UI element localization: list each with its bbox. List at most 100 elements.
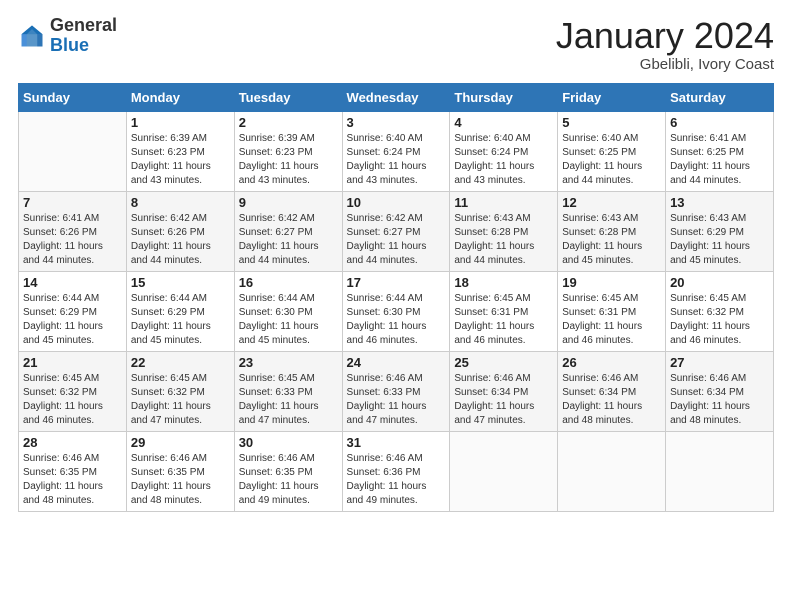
calendar-cell: 9 Sunrise: 6:42 AMSunset: 6:27 PMDaylight… bbox=[234, 191, 342, 271]
day-info: Sunrise: 6:43 AMSunset: 6:28 PMDaylight:… bbox=[454, 212, 553, 268]
day-number: 9 bbox=[239, 195, 338, 210]
day-info: Sunrise: 6:41 AMSunset: 6:26 PMDaylight:… bbox=[23, 212, 122, 268]
logo: General Blue bbox=[18, 16, 117, 56]
calendar-week-row: 7 Sunrise: 6:41 AMSunset: 6:26 PMDaylight… bbox=[19, 191, 774, 271]
calendar-cell bbox=[19, 111, 127, 191]
day-number: 1 bbox=[131, 115, 230, 130]
calendar-cell: 2Sunrise: 6:39 AMSunset: 6:23 PMDaylight… bbox=[234, 111, 342, 191]
logo-blue: Blue bbox=[50, 36, 117, 56]
calendar-week-row: 21 Sunrise: 6:45 AMSunset: 6:32 PMDayligh… bbox=[19, 351, 774, 431]
calendar-cell: 24 Sunrise: 6:46 AMSunset: 6:33 PMDayligh… bbox=[342, 351, 450, 431]
page: General Blue January 2024 Gbelibli, Ivor… bbox=[0, 0, 792, 612]
title-block: January 2024 Gbelibli, Ivory Coast bbox=[556, 16, 774, 73]
day-info: Sunrise: 6:45 AMSunset: 6:32 PMDaylight:… bbox=[670, 292, 769, 348]
day-info: Sunrise: 6:46 AMSunset: 6:36 PMDaylight:… bbox=[347, 452, 446, 508]
calendar-cell: 8Sunrise: 6:42 AMSunset: 6:26 PMDaylight… bbox=[126, 191, 234, 271]
day-info: Sunrise: 6:45 AMSunset: 6:33 PMDaylight:… bbox=[239, 372, 338, 428]
day-info: Sunrise: 6:46 AMSunset: 6:35 PMDaylight:… bbox=[131, 452, 230, 508]
calendar-cell: 21 Sunrise: 6:45 AMSunset: 6:32 PMDayligh… bbox=[19, 351, 127, 431]
day-info: Sunrise: 6:45 AMSunset: 6:32 PMDaylight:… bbox=[131, 372, 230, 428]
logo-text: General Blue bbox=[50, 16, 117, 56]
location-subtitle: Gbelibli, Ivory Coast bbox=[556, 56, 774, 73]
calendar-cell: 13Sunrise: 6:43 AMSunset: 6:29 PMDayligh… bbox=[666, 191, 774, 271]
calendar-cell bbox=[666, 431, 774, 511]
day-number: 10 bbox=[347, 195, 446, 210]
calendar-cell bbox=[450, 431, 558, 511]
day-number: 12 bbox=[562, 195, 661, 210]
day-info: Sunrise: 6:39 AMSunset: 6:23 PMDaylight:… bbox=[131, 132, 230, 188]
calendar-cell: 10Sunrise: 6:42 AMSunset: 6:27 PMDayligh… bbox=[342, 191, 450, 271]
day-number: 28 bbox=[23, 435, 122, 450]
day-info: Sunrise: 6:39 AMSunset: 6:23 PMDaylight:… bbox=[239, 132, 338, 188]
day-info: Sunrise: 6:40 AMSunset: 6:25 PMDaylight:… bbox=[562, 132, 661, 188]
day-info: Sunrise: 6:43 AMSunset: 6:29 PMDaylight:… bbox=[670, 212, 769, 268]
calendar-cell: 17 Sunrise: 6:44 AMSunset: 6:30 PMDayligh… bbox=[342, 271, 450, 351]
day-number: 18 bbox=[454, 275, 553, 290]
day-number: 5 bbox=[562, 115, 661, 130]
calendar-week-row: 1 Sunrise: 6:39 AMSunset: 6:23 PMDaylight… bbox=[19, 111, 774, 191]
calendar-cell: 27 Sunrise: 6:46 AMSunset: 6:34 PMDayligh… bbox=[666, 351, 774, 431]
day-number: 7 bbox=[23, 195, 122, 210]
day-number: 31 bbox=[347, 435, 446, 450]
weekday-header-tuesday: Tuesday bbox=[234, 83, 342, 111]
calendar-header-row: SundayMondayTuesdayWednesdayThursdayFrid… bbox=[19, 83, 774, 111]
day-info: Sunrise: 6:42 AMSunset: 6:27 PMDaylight:… bbox=[239, 212, 338, 268]
day-number: 11 bbox=[454, 195, 553, 210]
day-number: 3 bbox=[347, 115, 446, 130]
calendar-cell: 5 Sunrise: 6:40 AMSunset: 6:25 PMDaylight… bbox=[558, 111, 666, 191]
day-number: 29 bbox=[131, 435, 230, 450]
day-info: Sunrise: 6:46 AMSunset: 6:35 PMDaylight:… bbox=[239, 452, 338, 508]
weekday-header-monday: Monday bbox=[126, 83, 234, 111]
day-info: Sunrise: 6:43 AMSunset: 6:28 PMDaylight:… bbox=[562, 212, 661, 268]
calendar-cell: 30 Sunrise: 6:46 AMSunset: 6:35 PMDayligh… bbox=[234, 431, 342, 511]
day-number: 8 bbox=[131, 195, 230, 210]
calendar-cell: 31 Sunrise: 6:46 AMSunset: 6:36 PMDayligh… bbox=[342, 431, 450, 511]
weekday-header-saturday: Saturday bbox=[666, 83, 774, 111]
day-number: 14 bbox=[23, 275, 122, 290]
day-number: 6 bbox=[670, 115, 769, 130]
calendar-cell: 3 Sunrise: 6:40 AMSunset: 6:24 PMDaylight… bbox=[342, 111, 450, 191]
day-number: 24 bbox=[347, 355, 446, 370]
day-info: Sunrise: 6:44 AMSunset: 6:30 PMDaylight:… bbox=[239, 292, 338, 348]
day-number: 17 bbox=[347, 275, 446, 290]
header: General Blue January 2024 Gbelibli, Ivor… bbox=[18, 16, 774, 73]
calendar-cell: 19Sunrise: 6:45 AMSunset: 6:31 PMDayligh… bbox=[558, 271, 666, 351]
calendar-cell: 4 Sunrise: 6:40 AMSunset: 6:24 PMDaylight… bbox=[450, 111, 558, 191]
calendar-cell: 14Sunrise: 6:44 AMSunset: 6:29 PMDayligh… bbox=[19, 271, 127, 351]
day-info: Sunrise: 6:46 AMSunset: 6:34 PMDaylight:… bbox=[670, 372, 769, 428]
day-number: 27 bbox=[670, 355, 769, 370]
day-number: 26 bbox=[562, 355, 661, 370]
calendar-cell: 12 Sunrise: 6:43 AMSunset: 6:28 PMDayligh… bbox=[558, 191, 666, 271]
calendar-week-row: 14Sunrise: 6:44 AMSunset: 6:29 PMDayligh… bbox=[19, 271, 774, 351]
calendar-cell: 29 Sunrise: 6:46 AMSunset: 6:35 PMDayligh… bbox=[126, 431, 234, 511]
day-number: 19 bbox=[562, 275, 661, 290]
weekday-header-friday: Friday bbox=[558, 83, 666, 111]
day-info: Sunrise: 6:44 AMSunset: 6:30 PMDaylight:… bbox=[347, 292, 446, 348]
day-info: Sunrise: 6:40 AMSunset: 6:24 PMDaylight:… bbox=[454, 132, 553, 188]
calendar-cell: 28Sunrise: 6:46 AMSunset: 6:35 PMDayligh… bbox=[19, 431, 127, 511]
calendar-cell: 1 Sunrise: 6:39 AMSunset: 6:23 PMDaylight… bbox=[126, 111, 234, 191]
weekday-header-thursday: Thursday bbox=[450, 83, 558, 111]
calendar-cell: 16 Sunrise: 6:44 AMSunset: 6:30 PMDayligh… bbox=[234, 271, 342, 351]
day-info: Sunrise: 6:45 AMSunset: 6:31 PMDaylight:… bbox=[454, 292, 553, 348]
day-number: 15 bbox=[131, 275, 230, 290]
day-number: 22 bbox=[131, 355, 230, 370]
day-info: Sunrise: 6:40 AMSunset: 6:24 PMDaylight:… bbox=[347, 132, 446, 188]
day-info: Sunrise: 6:46 AMSunset: 6:34 PMDaylight:… bbox=[562, 372, 661, 428]
day-number: 21 bbox=[23, 355, 122, 370]
day-number: 30 bbox=[239, 435, 338, 450]
day-info: Sunrise: 6:46 AMSunset: 6:34 PMDaylight:… bbox=[454, 372, 553, 428]
day-info: Sunrise: 6:45 AMSunset: 6:32 PMDaylight:… bbox=[23, 372, 122, 428]
day-info: Sunrise: 6:41 AMSunset: 6:25 PMDaylight:… bbox=[670, 132, 769, 188]
month-title: January 2024 bbox=[556, 16, 774, 56]
day-info: Sunrise: 6:46 AMSunset: 6:33 PMDaylight:… bbox=[347, 372, 446, 428]
logo-general: General bbox=[50, 16, 117, 36]
calendar-cell: 18 Sunrise: 6:45 AMSunset: 6:31 PMDayligh… bbox=[450, 271, 558, 351]
day-number: 4 bbox=[454, 115, 553, 130]
logo-icon bbox=[18, 22, 46, 50]
day-number: 16 bbox=[239, 275, 338, 290]
calendar-cell: 20Sunrise: 6:45 AMSunset: 6:32 PMDayligh… bbox=[666, 271, 774, 351]
calendar-cell bbox=[558, 431, 666, 511]
calendar-cell: 25 Sunrise: 6:46 AMSunset: 6:34 PMDayligh… bbox=[450, 351, 558, 431]
day-number: 25 bbox=[454, 355, 553, 370]
